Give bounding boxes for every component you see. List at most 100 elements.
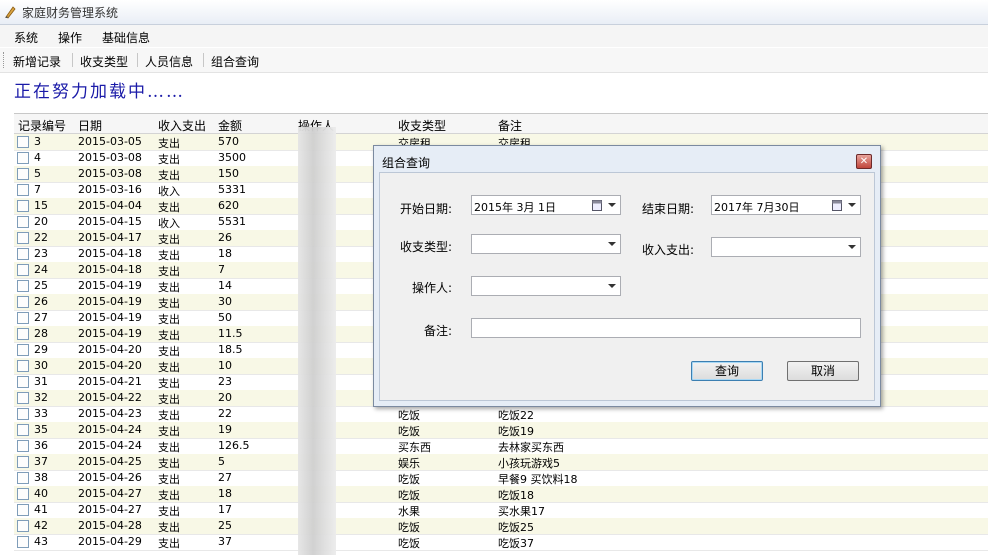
cell-amount: 620 [218,199,239,212]
cell-io: 支出 [158,169,180,182]
io-label: 收入支出: [642,243,695,257]
query-button[interactable]: 查询 [691,361,763,381]
chevron-down-icon[interactable] [848,203,856,207]
table-row[interactable]: 35 2015-04-24 支出 19 吃饭 吃饭19 [14,422,988,439]
row-checkbox[interactable] [17,440,29,452]
row-checkbox[interactable] [17,376,29,388]
cell-date: 2015-04-24 [78,423,142,436]
row-checkbox[interactable] [17,360,29,372]
cell-amount: 25 [218,519,232,532]
table-row[interactable]: 38 2015-04-26 支出 27 吃饭 早餐9 买饮料18 [14,470,988,487]
cell-id: 5 [34,167,41,180]
operator-select[interactable] [471,276,621,296]
row-checkbox[interactable] [17,472,29,484]
col-header-note[interactable]: 备注 [498,117,522,134]
person-info-button[interactable]: 人员信息 [145,53,193,70]
col-header-type[interactable]: 收支类型 [398,117,446,134]
cell-id: 35 [34,423,48,436]
menu-system[interactable]: 系统 [14,29,38,46]
cell-date: 2015-04-20 [78,359,142,372]
cancel-button[interactable]: 取消 [787,361,859,381]
chevron-down-icon[interactable] [608,242,616,246]
cell-amount: 30 [218,295,232,308]
table-row[interactable]: 41 2015-04-27 支出 17 水果 买水果17 [14,502,988,519]
row-checkbox[interactable] [17,200,29,212]
cell-date: 2015-04-20 [78,343,142,356]
note-label: 备注: [424,324,453,338]
cell-amount: 570 [218,135,239,148]
row-checkbox[interactable] [17,456,29,468]
start-date-picker[interactable]: 2015年 3月 1日 [471,195,621,215]
row-checkbox[interactable] [17,168,29,180]
cell-date: 2015-04-25 [78,455,142,468]
menu-operation[interactable]: 操作 [58,29,82,46]
toolbar-grip[interactable] [3,52,6,68]
cell-date: 2015-04-04 [78,199,142,212]
row-checkbox[interactable] [17,344,29,356]
row-checkbox[interactable] [17,504,29,516]
table-row[interactable]: 40 2015-04-27 支出 18 吃饭 吃饭18 [14,486,988,503]
row-checkbox[interactable] [17,392,29,404]
menu-base-info[interactable]: 基础信息 [102,29,150,46]
cell-id: 7 [34,183,41,196]
row-checkbox[interactable] [17,408,29,420]
cell-id: 28 [34,327,48,340]
cell-date: 2015-04-27 [78,487,142,500]
new-record-button[interactable]: 新增记录 [13,53,61,70]
row-checkbox[interactable] [17,264,29,276]
row-checkbox[interactable] [17,424,29,436]
row-checkbox[interactable] [17,280,29,292]
col-header-id[interactable]: 记录编号 [18,117,66,134]
table-row[interactable]: 42 2015-04-28 支出 25 吃饭 吃饭25 [14,518,988,535]
start-date-value: 2015年 3月 1日 [474,201,556,214]
row-checkbox[interactable] [17,216,29,228]
io-select[interactable] [711,237,861,257]
cell-id: 3 [34,135,41,148]
cell-date: 2015-04-18 [78,263,142,276]
row-checkbox[interactable] [17,248,29,260]
cell-date: 2015-04-27 [78,503,142,516]
combined-query-button[interactable]: 组合查询 [211,53,259,70]
chevron-down-icon[interactable] [608,203,616,207]
chevron-down-icon[interactable] [608,284,616,288]
cell-id: 29 [34,343,48,356]
type-label: 收支类型: [400,240,453,254]
toolbar-separator [137,53,138,67]
income-type-button[interactable]: 收支类型 [80,53,128,70]
cell-amount: 18 [218,487,232,500]
cell-io: 支出 [158,233,180,246]
note-input[interactable] [471,318,861,338]
row-checkbox[interactable] [17,312,29,324]
row-checkbox[interactable] [17,136,29,148]
cell-amount: 37 [218,535,232,548]
row-checkbox[interactable] [17,296,29,308]
cell-amount: 20 [218,391,232,404]
cell-amount: 17 [218,503,232,516]
table-row[interactable]: 43 2015-04-29 支出 37 吃饭 吃饭37 [14,534,988,551]
col-header-io[interactable]: 收入支出 [158,117,206,134]
cell-date: 2015-04-17 [78,231,142,244]
cell-amount: 11.5 [218,327,243,340]
cell-io: 支出 [158,249,180,262]
table-row[interactable]: 33 2015-04-23 支出 22 吃饭 吃饭22 [14,406,988,423]
col-header-date[interactable]: 日期 [78,117,102,134]
row-checkbox[interactable] [17,520,29,532]
cell-date: 2015-04-29 [78,535,142,548]
row-checkbox[interactable] [17,232,29,244]
table-row[interactable]: 36 2015-04-24 支出 126.5 买东西 去林家买东西 [14,438,988,455]
close-icon[interactable]: ✕ [856,154,872,169]
end-date-picker[interactable]: 2017年 7月30日 [711,195,861,215]
cell-date: 2015-04-24 [78,439,142,452]
calendar-icon[interactable] [592,199,602,211]
chevron-down-icon[interactable] [848,245,856,249]
row-checkbox[interactable] [17,152,29,164]
col-header-amount[interactable]: 金额 [218,117,242,134]
row-checkbox[interactable] [17,184,29,196]
row-checkbox[interactable] [17,536,29,548]
row-checkbox[interactable] [17,488,29,500]
type-select[interactable] [471,234,621,254]
calendar-icon[interactable] [832,199,842,211]
cell-amount: 50 [218,311,232,324]
row-checkbox[interactable] [17,328,29,340]
table-row[interactable]: 37 2015-04-25 支出 5 娱乐 小孩玩游戏5 [14,454,988,471]
